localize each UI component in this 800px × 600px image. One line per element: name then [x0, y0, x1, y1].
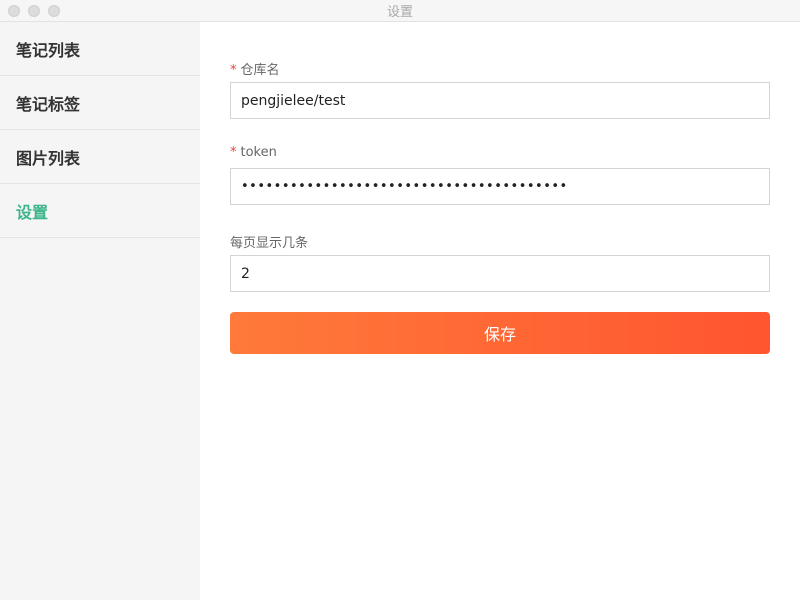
close-window-button[interactable] — [8, 5, 20, 17]
window-controls — [8, 5, 60, 17]
token-label-text: token — [240, 145, 277, 160]
required-mark: * — [230, 145, 237, 160]
repo-label: * 仓库名 — [230, 59, 280, 78]
repo-input[interactable] — [230, 82, 770, 119]
zoom-window-button[interactable] — [48, 5, 60, 17]
page-size-label: 每页显示几条 — [230, 236, 309, 251]
settings-form: *仓库名 *token 每页显示几条 保存 — [200, 22, 800, 600]
required-mark: * — [230, 63, 237, 78]
app-window: 设置 笔记列表 笔记标签 图片列表 设置 *仓库名 *token 每页显示几条 … — [0, 0, 800, 600]
window-title: 设置 — [386, 5, 413, 20]
title-bar: 设置 — [0, 0, 800, 22]
minimize-window-button[interactable] — [28, 5, 40, 17]
token-label: * token — [230, 145, 277, 160]
sidebar-item-image-list[interactable]: 图片列表 — [0, 130, 200, 184]
sidebar-item-settings[interactable]: 设置 — [0, 184, 200, 238]
sidebar-item-note-tags[interactable]: 笔记标签 — [0, 76, 200, 130]
save-button[interactable]: 保存 — [230, 312, 770, 354]
sidebar-item-note-list[interactable]: 笔记列表 — [0, 22, 200, 76]
token-input[interactable] — [230, 168, 770, 205]
repo-label-text: 仓库名 — [240, 63, 280, 78]
sidebar: 笔记列表 笔记标签 图片列表 设置 — [0, 22, 200, 600]
page-size-input[interactable] — [230, 255, 770, 292]
